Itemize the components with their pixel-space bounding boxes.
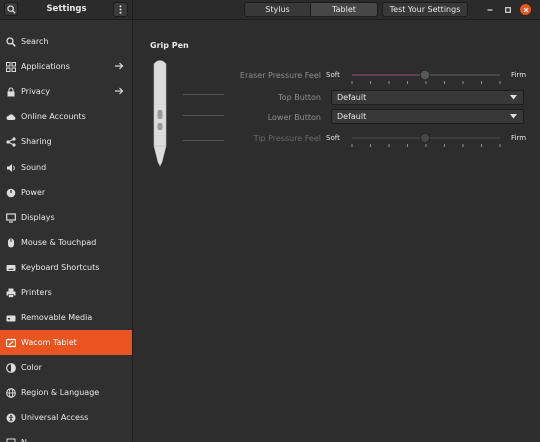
minimize-icon	[487, 8, 492, 11]
sidebar-item-displays[interactable]: Displays	[0, 205, 132, 230]
network-icon	[6, 438, 16, 442]
accessibility-icon	[6, 413, 16, 423]
test-settings-button[interactable]: Test Your Settings	[382, 2, 468, 17]
tip-firm-label: Firm	[511, 134, 527, 142]
sidebar-item-keyboard-shortcuts[interactable]: Keyboard Shortcuts	[0, 255, 132, 280]
sidebar-item-online-accounts[interactable]: Online Accounts	[0, 104, 132, 129]
chevron-down-icon	[510, 114, 517, 119]
sidebar-item-color[interactable]: Color	[0, 355, 132, 380]
tablet-icon	[6, 338, 16, 348]
sound-icon	[6, 163, 16, 173]
eraser-soft-label: Soft	[326, 71, 340, 79]
tip-soft-label: Soft	[326, 134, 340, 142]
sidebar-item-printers[interactable]: Printers	[0, 280, 132, 305]
printer-icon	[6, 288, 16, 298]
sidebar-item-mouse-touchpad[interactable]: Mouse & Touchpad	[0, 230, 132, 255]
sidebar-item-power[interactable]: Power	[0, 180, 132, 205]
menu-button[interactable]	[113, 2, 128, 17]
lower-button-dropdown[interactable]: Default	[331, 109, 524, 124]
search-icon	[6, 36, 16, 47]
sidebar-item-label: Power	[21, 188, 46, 197]
sidebar-item-label: Printers	[21, 288, 52, 297]
keyboard-icon	[6, 263, 16, 273]
mouse-icon	[6, 238, 16, 248]
sidebar-item-privacy[interactable]: Privacy	[0, 79, 132, 104]
tab-stylus[interactable]: Stylus	[244, 2, 311, 17]
sidebar-item-label: Displays	[21, 213, 55, 222]
maximize-button[interactable]	[502, 4, 513, 15]
globe-icon	[6, 387, 16, 398]
lower-button-label: Lower Button	[267, 113, 321, 122]
arrow-right-icon	[115, 87, 124, 95]
sidebar-item-label: Sound	[21, 163, 47, 172]
close-icon	[523, 7, 528, 12]
tip-pressure-label: Tip Pressure Feel	[253, 134, 321, 143]
chevron-down-icon	[510, 95, 517, 100]
sidebar-item-removable-media[interactable]: Removable Media	[0, 305, 132, 330]
tab-tablet[interactable]: Tablet	[311, 2, 378, 17]
header-bar: Settings Stylus Tablet Test Your Setting…	[0, 0, 540, 20]
stylus-name: Grip Pen	[150, 41, 189, 50]
close-button[interactable]	[520, 4, 531, 15]
privacy-icon	[6, 86, 16, 97]
applications-icon	[6, 61, 16, 72]
sidebar-item-universal-access[interactable]: Universal Access	[0, 405, 132, 430]
sidebar-item-label: Removable Media	[21, 313, 93, 322]
arrow-right-icon	[115, 62, 124, 70]
cloud-icon	[6, 112, 16, 122]
sidebar-item-wacom-tablet[interactable]: Wacom Tablet	[0, 330, 132, 355]
sidebar-item-region-language[interactable]: Region & Language	[0, 380, 132, 405]
sidebar-item-network[interactable]: N	[0, 430, 132, 442]
stylus-illustration	[153, 60, 167, 167]
sidebar-item-label: Wacom Tablet	[21, 338, 77, 347]
sidebar-item-label: Applications	[21, 62, 70, 71]
sidebar-item-label: Privacy	[21, 87, 50, 96]
sidebar-item-label: Region & Language	[21, 388, 100, 397]
sidebar-item-label: Online Accounts	[21, 112, 86, 121]
sidebar-item-label: Mouse & Touchpad	[21, 238, 97, 247]
color-icon	[6, 362, 16, 373]
display-icon	[6, 212, 16, 223]
top-button-dropdown[interactable]: Default	[331, 90, 524, 105]
sidebar-item-sharing[interactable]: Sharing	[0, 129, 132, 154]
sidebar: Search Applications Privacy Online Accou…	[0, 20, 133, 442]
sidebar-item-label: Universal Access	[21, 413, 89, 422]
tip-pressure-slider[interactable]	[350, 131, 502, 149]
header-left: Settings	[0, 0, 133, 20]
minimize-button[interactable]	[484, 4, 495, 15]
sidebar-item-label: Sharing	[21, 137, 52, 146]
sidebar-item-applications[interactable]: Applications	[0, 54, 132, 79]
sidebar-item-search[interactable]: Search	[0, 29, 132, 54]
share-icon	[6, 136, 16, 147]
menu-icon	[119, 5, 122, 14]
sidebar-item-label: Search	[21, 37, 49, 46]
top-button-value: Default	[337, 93, 367, 102]
removable-media-icon	[6, 313, 16, 323]
sidebar-item-label: Keyboard Shortcuts	[21, 263, 100, 272]
sidebar-item-sound[interactable]: Sound	[0, 155, 132, 180]
view-switcher: Stylus Tablet	[244, 2, 378, 17]
top-button-label: Top Button	[278, 93, 321, 102]
maximize-icon	[504, 6, 511, 13]
eraser-pressure-label: Eraser Pressure Feel	[239, 71, 321, 80]
sidebar-item-label: Color	[21, 363, 42, 372]
lower-button-value: Default	[337, 112, 367, 121]
stylus-panel: Grip Pen Eraser Pressure Feel Soft Firm …	[134, 20, 540, 442]
sidebar-item-label: N	[21, 438, 27, 442]
power-icon	[6, 188, 16, 198]
eraser-firm-label: Firm	[511, 71, 527, 79]
eraser-pressure-slider[interactable]	[350, 67, 502, 85]
